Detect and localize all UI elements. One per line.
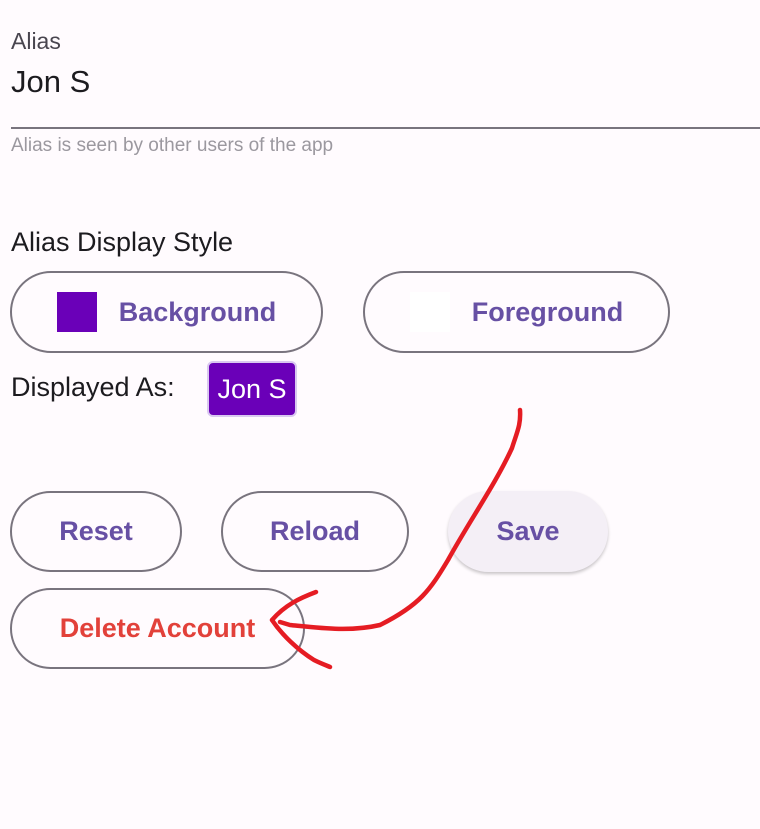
alias-preview-text: Jon S: [217, 373, 287, 404]
alias-preview-chip: Jon S: [207, 361, 297, 417]
save-button[interactable]: Save: [448, 491, 608, 572]
alias-field-label: Alias: [11, 28, 61, 54]
reset-button[interactable]: Reset: [10, 491, 182, 572]
delete-account-button-label: Delete Account: [59, 613, 256, 643]
reload-button-label: Reload: [269, 516, 361, 546]
reload-button[interactable]: Reload: [221, 491, 409, 572]
background-color-button[interactable]: Background: [10, 271, 323, 353]
foreground-color-swatch-icon: [409, 292, 450, 332]
account-settings-page: Alias Jon S Alias is seen by other users…: [0, 0, 760, 829]
save-button-label: Save: [496, 516, 560, 546]
displayed-as-label: Displayed As:: [11, 372, 175, 402]
foreground-button-label: Foreground: [471, 296, 624, 327]
annotation-arrow-icon: [269, 407, 523, 670]
alias-input[interactable]: Jon S: [11, 64, 90, 100]
display-style-heading: Alias Display Style: [11, 227, 234, 257]
foreground-color-button[interactable]: Foreground: [363, 271, 670, 353]
delete-account-button[interactable]: Delete Account: [10, 588, 305, 669]
background-button-label: Background: [118, 296, 277, 327]
alias-input-underline: [11, 127, 760, 129]
alias-helper-text: Alias is seen by other users of the app: [11, 135, 334, 156]
background-color-swatch-icon: [56, 292, 97, 332]
reset-button-label: Reset: [59, 516, 133, 546]
